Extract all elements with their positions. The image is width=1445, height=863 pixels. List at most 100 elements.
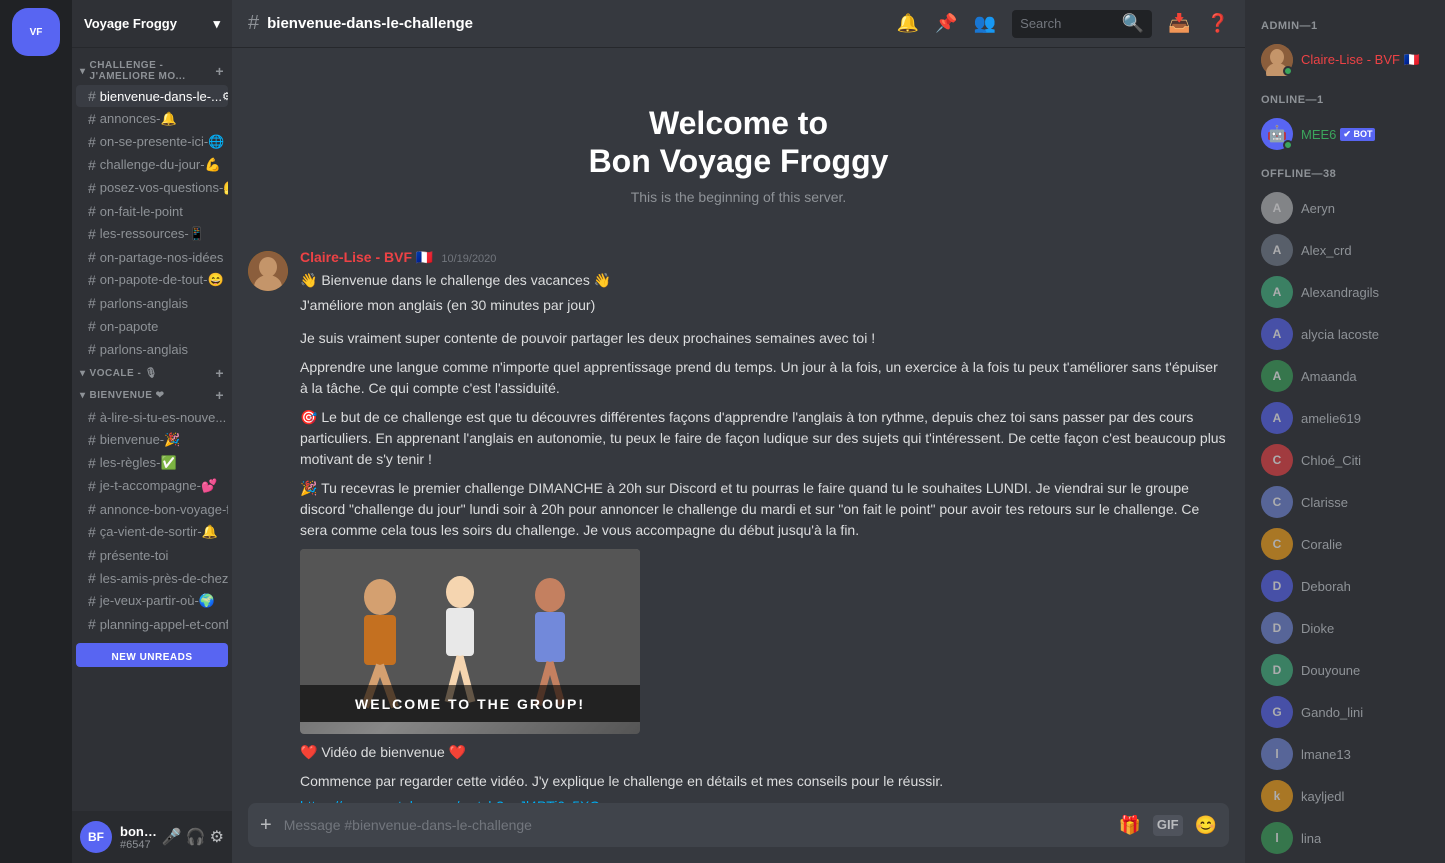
new-unreads-button[interactable]: NEW UNREADS [76, 643, 228, 667]
member-name-amaanda: Amaanda [1301, 369, 1357, 384]
channel-item-annonces[interactable]: # annonces-🔔 [76, 108, 228, 130]
gif-button[interactable]: GIF [1153, 815, 1183, 836]
member-avatar-alexandragils: A [1261, 276, 1293, 308]
add-attachment-button[interactable]: + [260, 814, 272, 837]
member-item-alex[interactable]: A Alex_crd [1253, 230, 1437, 270]
member-name-douyoune: Douyoune [1301, 663, 1360, 678]
inbox-icon[interactable]: 📥 [1168, 13, 1190, 34]
channel-item-parlons-anglais-1[interactable]: # parlons-anglais [76, 292, 228, 314]
member-avatar-dioke: D [1261, 612, 1293, 644]
channel-item-annonce-bvf[interactable]: # annonce-bon-voyage-fro... [76, 498, 228, 520]
gif-preview[interactable]: WELCOME TO THE GROUP! [300, 549, 640, 734]
notification-icon[interactable]: 🔔 [897, 13, 919, 34]
message-input-area: + 🎁 GIF 😊 [232, 803, 1245, 863]
hash-icon: # [88, 272, 96, 288]
channel-item-se-presente[interactable]: # on-se-presente-ici-🌐 [76, 131, 228, 153]
server-name-bar[interactable]: Voyage Froggy ▾ [72, 0, 232, 48]
welcome-section: Welcome to Bon Voyage Froggy This is the… [232, 64, 1245, 225]
category-vocale[interactable]: ▾ VOCALE - 🎙 + [72, 361, 232, 383]
mute-icon[interactable]: 🎤 [162, 827, 182, 847]
video-section: ❤️ Vidéo de bienvenue ❤️ Commence par re… [300, 742, 1229, 803]
member-item-aeryn[interactable]: A Aeryn [1253, 188, 1437, 228]
members-icon[interactable]: 👥 [974, 13, 996, 34]
channel-item-partir-ou[interactable]: # je-veux-partir-où-🌍 [76, 590, 228, 612]
category-chevron-icon: ▾ [80, 390, 86, 401]
user-avatar: BF [80, 821, 112, 853]
message-author-label[interactable]: Claire-Lise - BVF 🇫🇷 [300, 249, 433, 266]
member-item-amaanda[interactable]: A Amaanda [1253, 356, 1437, 396]
member-item-lmane[interactable]: l lmane13 [1253, 734, 1437, 774]
pin-icon[interactable]: 📌 [935, 13, 957, 34]
settings-icon[interactable]: ⚙ [222, 90, 228, 103]
member-item-chloe[interactable]: C Chloé_Citi [1253, 440, 1437, 480]
add-bienvenue-channel-button[interactable]: + [215, 387, 224, 403]
channel-header-actions: 🔔 📌 👥 🔍 📥 ❓ [897, 10, 1229, 38]
member-avatar-chloe: C [1261, 444, 1293, 476]
message-avatar [248, 251, 288, 291]
hash-icon: # [88, 203, 96, 219]
channel-header: # bienvenue-dans-le-challenge 🔔 📌 👥 🔍 📥 … [232, 0, 1245, 48]
add-channel-button[interactable]: + [215, 63, 224, 79]
search-bar[interactable]: 🔍 [1012, 10, 1152, 38]
category-challenge[interactable]: ▾ CHALLENGE - J'AMELIORE MO... + [72, 56, 232, 84]
channel-item-je-t-accompagne[interactable]: # je-t-accompagne-💕 [76, 475, 228, 497]
channel-item-parlons-anglais-2[interactable]: # parlons-anglais [76, 338, 228, 360]
channel-item-planning-appel[interactable]: # planning-appel-et-confér... [76, 613, 228, 635]
channel-item-regles[interactable]: # les-règles-✅ [76, 452, 228, 474]
channel-item-on-fait-point[interactable]: # on-fait-le-point [76, 200, 228, 222]
channel-item-a-lire[interactable]: # à-lire-si-tu-es-nouve... [76, 406, 228, 428]
message-body: Je suis vraiment super contente de pouvo… [300, 328, 1229, 541]
channel-item-amis-pres[interactable]: # les-amis-près-de-chez-toi [76, 567, 228, 589]
server-icon-main[interactable]: VF [12, 8, 60, 56]
member-item-deborah[interactable]: D Deborah [1253, 566, 1437, 606]
member-avatar-clarisse: C [1261, 486, 1293, 518]
channel-item-bienvenue[interactable]: # bienvenue-dans-le-... ⚙ [76, 85, 228, 107]
user-controls: 🎤 🎧 ⚙ [162, 827, 224, 847]
member-item-clarisse[interactable]: C Clarisse [1253, 482, 1437, 522]
channel-item-posez-questions[interactable]: # posez-vos-questions-🤔 [76, 177, 228, 199]
emoji-icon[interactable]: 😊 [1195, 815, 1217, 836]
member-avatar-mee6: 🤖 [1261, 118, 1293, 150]
category-bienvenue[interactable]: ▾ BIENVENUE ❤ + [72, 383, 232, 405]
help-icon[interactable]: ❓ [1207, 13, 1229, 34]
member-item-alycia[interactable]: A alycia lacoste [1253, 314, 1437, 354]
channel-hash-icon: # [248, 12, 259, 35]
member-item-amelie[interactable]: A amelie619 [1253, 398, 1437, 438]
channel-item-ressources[interactable]: # les-ressources-📱 [76, 223, 228, 245]
member-item-dioke[interactable]: D Dioke [1253, 608, 1437, 648]
member-avatar-amaanda: A [1261, 360, 1293, 392]
deafen-icon[interactable]: 🎧 [186, 827, 206, 847]
channel-item-ca-vient-sortir[interactable]: # ça-vient-de-sortir-🔔 [76, 521, 228, 543]
member-name-lina: lina [1301, 831, 1321, 846]
member-item-gando[interactable]: G Gando_lini [1253, 692, 1437, 732]
member-item-coralie[interactable]: C Coralie [1253, 524, 1437, 564]
channel-item-bienvenue-party[interactable]: # bienvenue-🎉 [76, 429, 228, 451]
member-item-claire[interactable]: Claire-Lise - BVF 🇫🇷 [1253, 40, 1437, 80]
member-item-douyoune[interactable]: D Douyoune [1253, 650, 1437, 690]
hash-icon: # [88, 249, 96, 265]
add-voice-channel-button[interactable]: + [215, 365, 224, 381]
status-online-dot [1283, 66, 1293, 76]
gift-icon[interactable]: 🎁 [1118, 815, 1140, 836]
member-name-kayljedl: kayljedl [1301, 789, 1344, 804]
user-bar: BF bonvoyagef... #6547 🎤 🎧 ⚙ [72, 811, 232, 863]
settings-icon[interactable]: ⚙ [210, 827, 224, 847]
hash-icon: # [88, 111, 96, 127]
member-item-kayljedl[interactable]: k kayljedl [1253, 776, 1437, 816]
channel-item-challenge-jour[interactable]: # challenge-du-jour-💪 [76, 154, 228, 176]
search-input[interactable] [1020, 16, 1122, 31]
channel-item-papote[interactable]: # on-papote [76, 315, 228, 337]
channel-item-papote-tout[interactable]: # on-papote-de-tout-😄 [76, 269, 228, 291]
channel-item-partage-idees[interactable]: # on-partage-nos-idées [76, 246, 228, 268]
channel-item-presente-toi[interactable]: # présente-toi [76, 544, 228, 566]
hash-icon: # [88, 341, 96, 357]
message-timestamp: 10/19/2020 [441, 253, 496, 265]
hash-icon: # [88, 134, 96, 150]
member-name-lmane: lmane13 [1301, 747, 1351, 762]
member-item-lina[interactable]: l lina [1253, 818, 1437, 858]
hash-icon: # [88, 226, 96, 242]
message-input[interactable] [284, 817, 1111, 833]
member-item-mee6[interactable]: 🤖 MEE6 ✔ BOT [1253, 114, 1437, 154]
member-name-gando: Gando_lini [1301, 705, 1363, 720]
member-item-alexandragils[interactable]: A Alexandragils [1253, 272, 1437, 312]
